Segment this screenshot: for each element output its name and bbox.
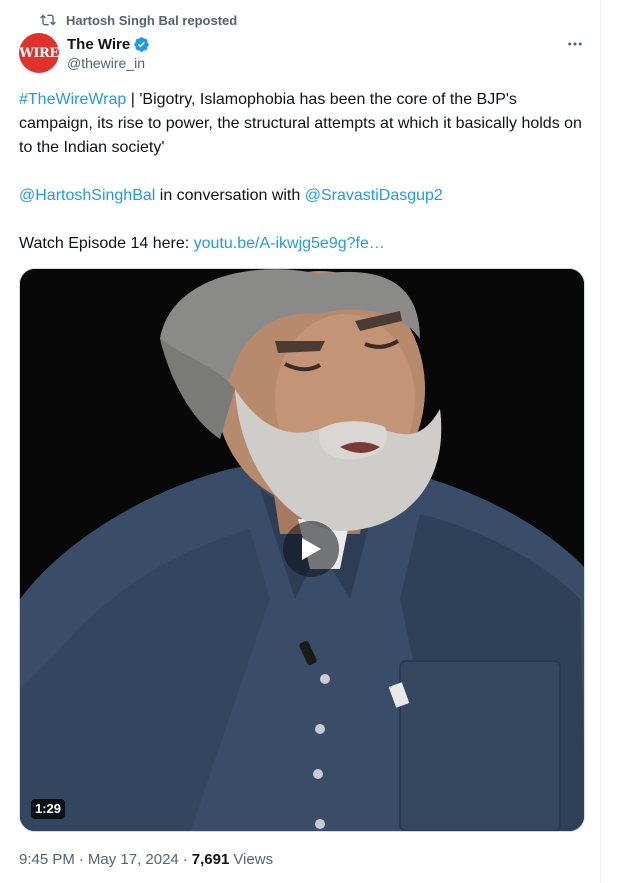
verified-badge-icon (134, 36, 149, 52)
conversation-text: in conversation with (155, 187, 305, 204)
tweet-time[interactable]: 9:45 PM (19, 851, 75, 868)
meta-separator: · (78, 850, 84, 868)
tweet-text: #TheWireWrap | 'Bigotry, Islamophobia ha… (19, 88, 587, 256)
tweet-card[interactable]: Hartosh Singh Bal reposted WIRE The Wire… (0, 0, 600, 883)
video-player[interactable]: 1:29 (19, 268, 585, 832)
views-label: Views (233, 850, 274, 868)
column-divider (600, 0, 601, 883)
repost-text: Hartosh Singh Bal reposted (66, 12, 238, 28)
avatar-logo: WIRE (19, 45, 59, 61)
youtube-link[interactable]: youtu.be/A-ikwjg5e9g?fe… (194, 235, 385, 252)
author-name-row[interactable]: The Wire (67, 35, 150, 53)
repost-icon (40, 14, 56, 26)
tweet-paragraph-1: #TheWireWrap | 'Bigotry, Islamophobia ha… (19, 88, 587, 160)
views-count: 7,691 (191, 850, 230, 868)
tweet-date[interactable]: May 17, 2024 (88, 851, 179, 868)
mention-link-sravasti[interactable]: @SravastiDasgup2 (305, 187, 443, 204)
avatar[interactable]: WIRE (19, 33, 59, 73)
watch-text: Watch Episode 14 here: (19, 235, 194, 252)
tweet-paragraph-3: Watch Episode 14 here: youtu.be/A-ikwjg5… (19, 232, 587, 256)
more-dots-icon (568, 42, 582, 46)
video-duration: 1:29 (31, 799, 66, 819)
tweet-meta: 9:45 PM · May 17, 2024 · 7,691 Views (19, 849, 273, 869)
meta-separator-2: · (182, 850, 188, 868)
author-name[interactable]: The Wire (67, 36, 130, 53)
repost-indicator[interactable]: Hartosh Singh Bal reposted (40, 11, 237, 29)
hashtag-link[interactable]: #TheWireWrap (19, 91, 126, 108)
play-button[interactable] (283, 521, 339, 577)
play-icon (302, 538, 321, 560)
tweet-paragraph-2: @HartoshSinghBal in conversation with @S… (19, 184, 587, 208)
author-handle[interactable]: @thewire_in (67, 55, 145, 71)
mention-link-hartosh[interactable]: @HartoshSinghBal (19, 187, 155, 204)
more-options-button[interactable] (565, 35, 585, 53)
